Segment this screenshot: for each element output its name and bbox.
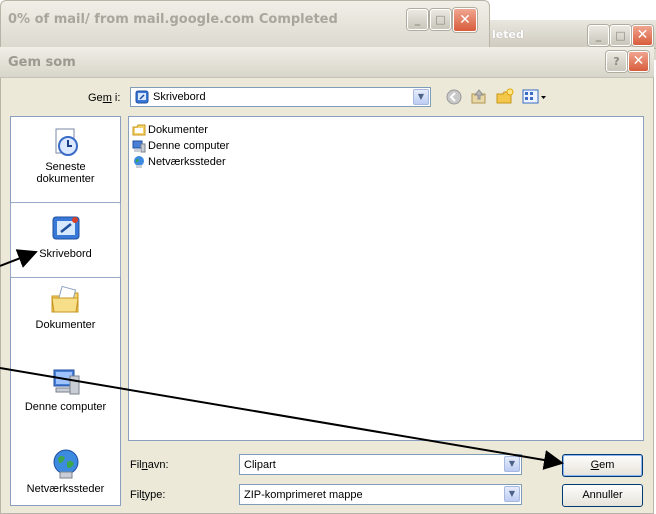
arrow-to-desktop <box>0 249 38 268</box>
annotation-arrows <box>0 249 564 470</box>
arrow-to-save-button <box>0 367 564 470</box>
